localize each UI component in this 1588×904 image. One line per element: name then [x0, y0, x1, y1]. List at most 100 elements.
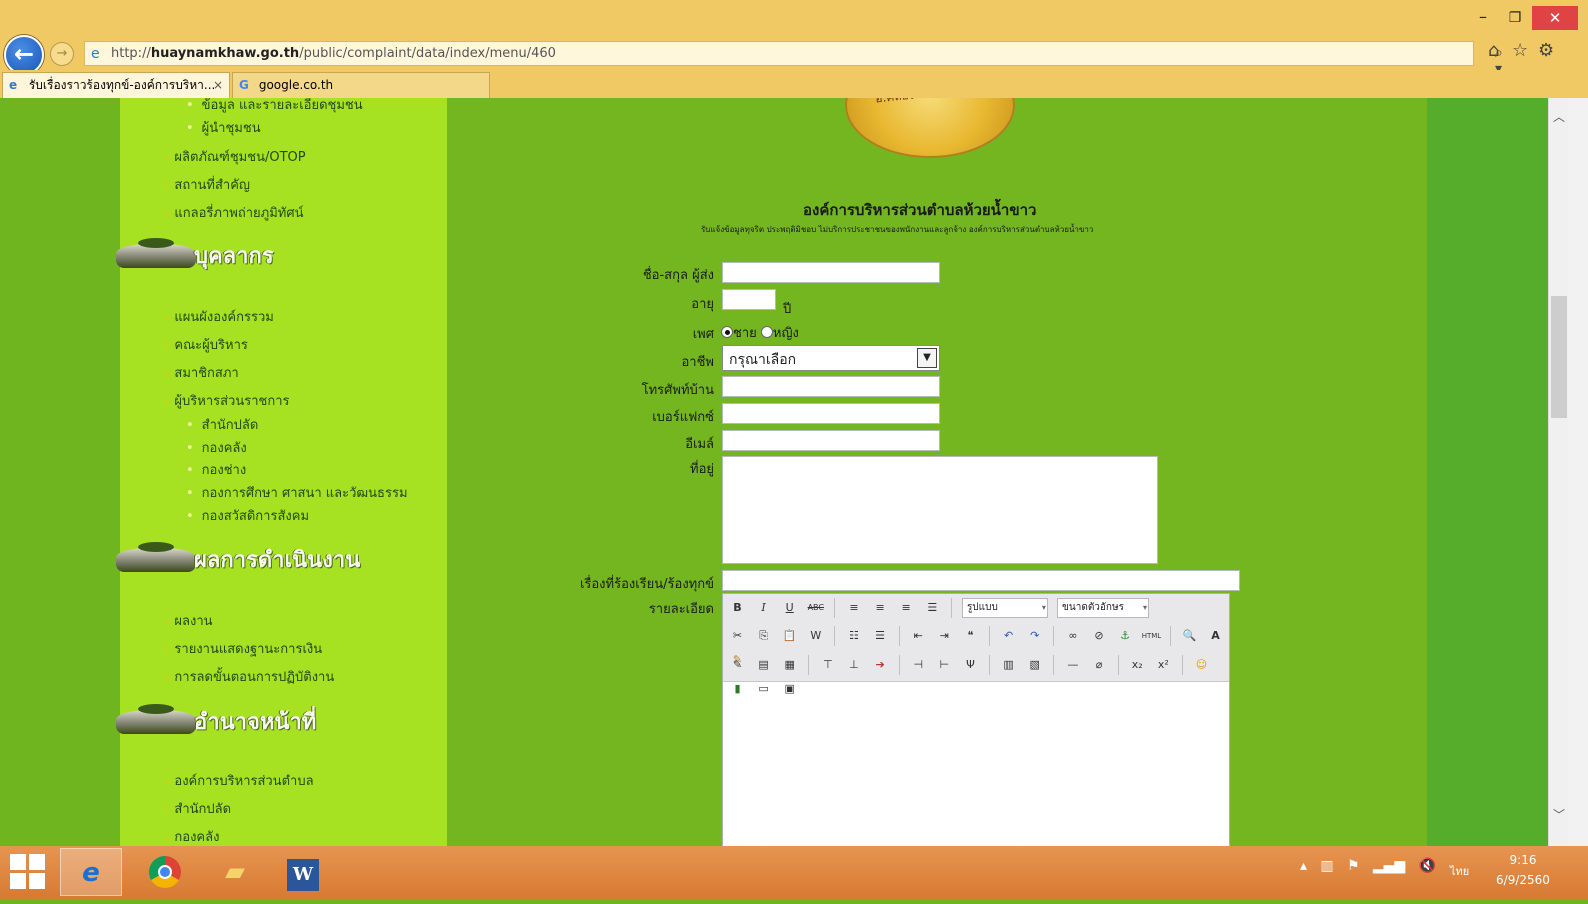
sidebar-subitem[interactable]: • ข้อมูล และรายละเอียดชุมชน [186, 98, 363, 115]
remove-format-icon[interactable]: ⌀ [1090, 655, 1109, 675]
word-icon[interactable]: W [272, 848, 334, 896]
sidebar-item[interactable]: › ผลิตภัณฑ์ชุมชน/OTOP [164, 146, 306, 167]
strikethrough-icon[interactable]: ABC [806, 598, 825, 618]
subscript-icon[interactable]: x₂ [1128, 655, 1147, 675]
italic-icon[interactable]: I [754, 598, 773, 618]
split-cells-icon[interactable]: ▥ [999, 655, 1018, 675]
sidebar-subitem[interactable]: • สำนักปลัด [186, 414, 258, 435]
underline-icon[interactable]: U [780, 598, 799, 618]
sidebar-item[interactable]: › สถานที่สำคัญ [164, 174, 250, 195]
file-explorer-icon[interactable]: ▰ [204, 848, 266, 896]
tab-close-icon[interactable]: × [213, 73, 229, 97]
format-style-select[interactable]: รูปแบบ ▾ [961, 598, 1048, 618]
sidebar-item[interactable]: › สำนักปลัด [164, 798, 231, 819]
align-left-icon[interactable]: ≡ [844, 598, 863, 618]
chevron-down-icon[interactable]: ▼ [917, 348, 937, 368]
scroll-thumb[interactable] [1551, 296, 1567, 418]
chrome-icon[interactable] [134, 848, 196, 896]
occupation-select[interactable]: กรุณาเลือก ▼ [722, 345, 940, 371]
align-right-icon[interactable]: ≡ [897, 598, 916, 618]
age-input[interactable] [722, 289, 776, 310]
sidebar-subitem[interactable]: • ผู้นำชุมชน [186, 117, 261, 138]
edit-css-icon[interactable]: ✎ [728, 655, 747, 675]
sidebar-subitem[interactable]: • กองช่าง [186, 459, 246, 480]
name-input[interactable] [722, 262, 940, 283]
input-language-indicator[interactable]: ไทย [1450, 862, 1469, 880]
url-text[interactable]: http://huaynamkhaw.go.th/public/complain… [111, 46, 556, 61]
sidebar-item[interactable]: › องค์การบริหารส่วนตำบล [164, 770, 314, 791]
horizontal-rule-icon[interactable]: — [1063, 655, 1082, 675]
sidebar-item[interactable]: › กองคลัง [164, 826, 219, 846]
indent-icon[interactable]: ⇥ [935, 626, 954, 646]
font-size-select[interactable]: ขนาดตัวอักษร ▾ [1057, 598, 1150, 618]
cut-icon[interactable]: ✂ [728, 626, 747, 646]
scroll-up-icon[interactable]: ︿ [1549, 108, 1569, 125]
email-input[interactable] [722, 430, 940, 451]
undo-icon[interactable]: ↶ [999, 626, 1018, 646]
system-clock[interactable]: 9:16 6/9/2560 [1488, 850, 1558, 890]
minimize-icon[interactable]: – [1468, 8, 1498, 28]
col-before-icon[interactable]: ⊣ [909, 655, 928, 675]
font-color-icon[interactable]: A [1206, 626, 1225, 646]
tab-complaint[interactable]: e รับเรื่องราวร้องทุกข์-องค์การบริหา... … [2, 72, 230, 98]
fullscreen-icon[interactable]: ▣ [780, 679, 799, 699]
table-icon[interactable]: ▤ [754, 655, 773, 675]
emoticon-icon[interactable]: ☺ [1192, 655, 1211, 675]
superscript-icon[interactable]: x² [1154, 655, 1173, 675]
gender-male-radio[interactable] [721, 326, 733, 338]
unlink-icon[interactable]: ⊘ [1090, 626, 1109, 646]
tab-google[interactable]: G google.co.th [232, 72, 490, 98]
find-replace-icon[interactable]: 🔍 [1180, 626, 1199, 646]
sidebar-item[interactable]: › แกลอรี่ภาพถ่ายภูมิทัศน์ [164, 202, 304, 223]
internet-explorer-icon[interactable]: e [60, 848, 122, 896]
row-after-icon[interactable]: ⊥ [844, 655, 863, 675]
tools-gear-icon[interactable]: ⚙ [1538, 40, 1554, 61]
blockquote-icon[interactable]: ❝ [961, 626, 980, 646]
address-textarea[interactable] [722, 456, 1158, 564]
sidebar-item[interactable]: › การลดขั้นตอนการปฏิบัติงาน [164, 666, 334, 687]
numbered-list-icon[interactable]: ☰ [871, 626, 890, 646]
table-props-icon[interactable]: ▦ [780, 655, 799, 675]
sidebar-subitem[interactable]: • กองคลัง [186, 437, 247, 458]
align-center-icon[interactable]: ≡ [871, 598, 890, 618]
scroll-down-icon[interactable]: ﹀ [1549, 806, 1569, 823]
restore-icon[interactable]: ❐ [1500, 8, 1530, 28]
media-icon[interactable]: ▮ [728, 679, 747, 699]
insert-image-icon[interactable]: ▭ [754, 679, 773, 699]
sidebar-subitem[interactable]: • กองการศึกษา ศาสนา และวัฒนธรรม [186, 482, 408, 503]
link-icon[interactable]: ∞ [1063, 626, 1082, 646]
html-source-icon[interactable]: HTML [1142, 626, 1161, 646]
rich-text-editor[interactable]: B I U ABC ≡ ≡ ≡ ☰ รูปแบบ ▾ ขนาดตัวอักษร ▾ … [722, 593, 1230, 846]
address-bar[interactable]: e http://huaynamkhaw.go.th/public/compla… [84, 41, 1507, 93]
paste-icon[interactable]: 📋 [780, 626, 799, 646]
redo-icon[interactable]: ↷ [1025, 626, 1044, 646]
sidebar-subitem[interactable]: • กองสวัสดิการสังคม [186, 505, 309, 526]
delete-row-icon[interactable]: ➔ [871, 655, 890, 675]
bold-icon[interactable]: B [728, 598, 747, 618]
row-before-icon[interactable]: ⊤ [818, 655, 837, 675]
home-icon[interactable]: ⌂ [1488, 40, 1499, 61]
sidebar-item[interactable]: › ผู้บริหารส่วนราชการ [164, 390, 290, 411]
outdent-icon[interactable]: ⇤ [909, 626, 928, 646]
subject-input[interactable] [722, 570, 1240, 591]
fax-input[interactable] [722, 403, 940, 424]
sidebar-item[interactable]: › แผนผังองค์กรรวม [164, 306, 274, 327]
favorites-star-icon[interactable]: ☆ [1512, 40, 1528, 61]
bullet-list-icon[interactable]: ☷ [844, 626, 863, 646]
merge-cells-icon[interactable]: ▧ [1025, 655, 1044, 675]
sidebar-item[interactable]: › รายงานแสดงฐานะการเงิน [164, 638, 322, 659]
col-after-icon[interactable]: ⊢ [935, 655, 954, 675]
close-window-icon[interactable]: ✕ [1532, 6, 1578, 30]
forward-button[interactable]: → [50, 42, 74, 66]
gender-female-radio[interactable] [760, 326, 773, 338]
vertical-scrollbar[interactable]: ︿ ﹀ [1548, 98, 1568, 846]
copy-icon[interactable]: ⎘ [754, 626, 773, 646]
sidebar-item[interactable]: › ผลงาน [164, 610, 213, 631]
anchor-icon[interactable]: ⚓ [1116, 626, 1135, 646]
windows-start-icon[interactable] [10, 854, 46, 890]
sidebar-item[interactable]: › คณะผู้บริหาร [164, 334, 248, 355]
phone-input[interactable] [722, 376, 940, 397]
system-tray-icons[interactable]: ▴ ▥ ⚑ ▂▄▆ 🔇 [1300, 858, 1436, 874]
paste-word-icon[interactable]: W [806, 626, 825, 646]
delete-col-icon[interactable]: Ψ [961, 655, 980, 675]
